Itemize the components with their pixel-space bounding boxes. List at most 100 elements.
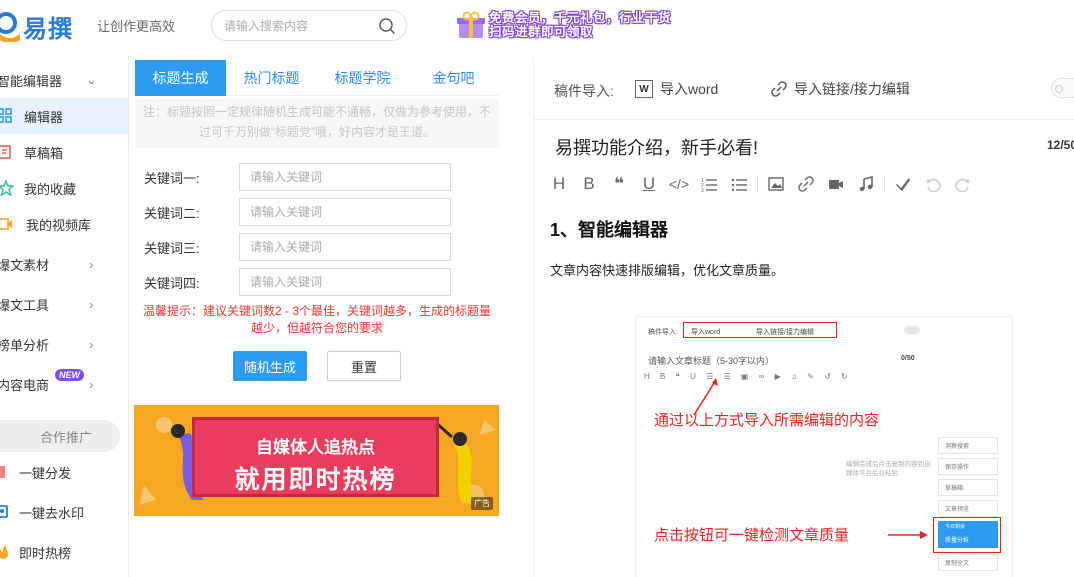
toggle-switch[interactable] [1051,78,1074,98]
new-badge: NEW [55,369,84,381]
sidebar-item-label: 爆文工具 [0,297,50,313]
sidebar-item-label: 我的视频库 [26,217,92,233]
sidebar-item-ecommerce[interactable]: 内容电商 NEW › [0,366,128,402]
heading-button[interactable]: H [544,172,574,196]
promo-banner[interactable]: 免费会员，千元礼包，行业干货 扫码进群即可领取 [456,8,671,42]
sidebar-item-viral-materials[interactable]: 爆文素材 › [0,246,128,282]
underline-button[interactable]: U [634,172,664,196]
keyword-input-4[interactable] [239,268,451,296]
article-title[interactable]: 易撰功能介绍，新手必看! [555,134,758,160]
bullet-list-icon[interactable] [724,172,754,196]
import-word-label: 导入word [660,81,719,97]
figure-side-menu: 洞察搜索 保存操作 草稿箱 文章预览 今日剩余 质量分析 复制全文 [938,435,998,577]
sidebar-item-label: 榜单分析 [0,337,50,353]
ad-board: 自媒体人追热点 就用即时热榜 [192,417,439,497]
sidebar-item-smart-editor[interactable]: 智能编辑器 ⌄ [0,62,128,98]
sidebar-item-favorites[interactable]: 我的收藏 [0,170,128,206]
keyword-tip: 温馨提示：建议关键词数2 - 3个最佳，关键词越多，生成的标题量越少，但越符合您… [143,304,492,335]
chevron-right-icon: › [89,336,94,352]
reset-button[interactable]: 重置 [327,351,401,381]
logo-text: 易撰 [23,15,73,43]
figure-count: 0/50 [901,355,915,362]
link-icon [771,81,787,97]
sidebar-item-label: 即时热榜 [19,545,72,561]
content-paragraph[interactable]: 文章内容快速排版编辑，优化文章质量。 [550,260,784,279]
sidebar-item-label: 内容电商 [0,377,50,393]
random-generate-button[interactable]: 随机生成 [233,351,307,381]
import-bar: 稿件导入: W 导入word 导入链接/接力编辑 [534,58,1074,120]
figure-caption-import: 通过以上方式导入所需编辑的内容 [654,412,880,429]
content-heading[interactable]: 1、智能编辑器 [550,216,668,242]
coop-section-header: 合作推广 [0,420,120,452]
undo-icon[interactable] [918,172,948,196]
word-icon: W [635,80,653,98]
keyword-input-2[interactable] [239,198,451,226]
import-word-button[interactable]: W 导入word [635,79,718,99]
svg-text:3: 3 [701,188,704,192]
brush-icon[interactable] [888,172,918,196]
search-box[interactable] [211,10,407,41]
figure-menu-item: 草稿箱 [938,479,998,496]
chevron-right-icon: › [89,256,94,272]
watermark-icon [0,505,8,518]
sidebar-item-label: 一键去水印 [19,505,85,521]
chevron-right-icon: › [89,376,94,392]
chevron-right-icon: › [89,296,94,312]
code-button[interactable]: </> [664,172,694,196]
title-char-count: 12/50 [1047,138,1074,152]
keyword-input-3[interactable] [239,233,451,261]
keyword-row-2: 关键词二: [144,198,451,226]
tab-title-academy[interactable]: 标题学院 [317,60,408,96]
figure-arrow-right-icon [888,531,928,539]
keyword-input-1[interactable] [239,163,451,191]
tab-golden-quotes[interactable]: 金句吧 [408,60,499,96]
video-icon[interactable] [821,172,851,196]
toolbar-divider [757,176,758,192]
tab-hot-titles[interactable]: 热门标题 [226,60,317,96]
sidebar-item-one-click-distribute[interactable]: 一键分发 [0,454,128,490]
tab-title-generate[interactable]: 标题生成 [135,60,226,96]
keyword-label: 关键词二: [144,205,200,221]
figure-menu-item: 保存操作 [938,458,998,475]
import-link-label: 导入链接/接力编辑 [794,81,910,97]
figure-caption-quality: 点击按钮可一键检测文章质量 [654,527,850,544]
logo[interactable]: 易撰 [0,9,73,44]
ad-line-2: 就用即时热榜 [234,466,397,494]
sidebar-item-hot-list[interactable]: 即时热榜 [0,534,128,570]
search-input[interactable] [224,17,374,35]
promo-text: 免费会员，千元礼包，行业干货 扫码进群即可领取 [489,11,671,39]
sidebar-item-label: 一键分发 [19,465,72,481]
sidebar-item-label: 我的收藏 [24,181,77,197]
sidebar-item-editor[interactable]: 编辑器 [0,98,128,134]
keyword-label: 关键词一: [144,170,200,186]
figure-menu-item: 文章预览 [938,500,998,517]
ordered-list-icon[interactable]: 123 [694,172,724,196]
figure-quality-highlight-box [933,517,1001,553]
image-icon[interactable] [761,172,791,196]
sidebar-item-video-library[interactable]: 我的视频库 [0,206,128,242]
redo-icon[interactable] [948,172,978,196]
bold-button[interactable]: B [574,172,604,196]
sidebar-item-label: 智能编辑器 [0,73,63,89]
link-icon[interactable] [791,172,821,196]
music-icon[interactable] [851,172,881,196]
slogan: 让创作更高效 [97,19,176,34]
quote-button[interactable]: ❝ [604,172,634,196]
sidebar-item-label: 爆文素材 [0,257,50,273]
figure-toggle [904,326,920,334]
feature-screenshot-image: 稿件导入: 导入word 导入链接/接力编辑 请输入文章标题（5-30字以内） … [636,317,1012,577]
keyword-row-3: 关键词三: [144,233,451,261]
sidebar-item-rankings[interactable]: 榜单分析 › [0,326,128,362]
star-icon [0,180,14,196]
sidebar-item-drafts[interactable]: 草稿箱 [0,134,128,170]
figure-title-placeholder: 请输入文章标题（5-30字以内） [648,356,775,366]
figure-toolbar: H B ❝ U ☰ ☰ ▣ ∞ ▶ ♫ ✎ ↺ ↻ [644,372,852,381]
figure-link-label: 导入链接/接力编辑 [756,329,814,336]
ad-banner[interactable]: 自媒体人追热点 就用即时热榜 广告 [134,405,499,516]
sidebar-item-remove-watermark[interactable]: 一键去水印 [0,494,128,530]
ad-tag: 广告 [471,497,493,510]
import-link-button[interactable]: 导入链接/接力编辑 [770,79,910,99]
search-icon[interactable] [378,17,396,35]
sidebar-item-viral-tools[interactable]: 爆文工具 › [0,286,128,322]
keyword-row-1: 关键词一: [144,163,451,191]
